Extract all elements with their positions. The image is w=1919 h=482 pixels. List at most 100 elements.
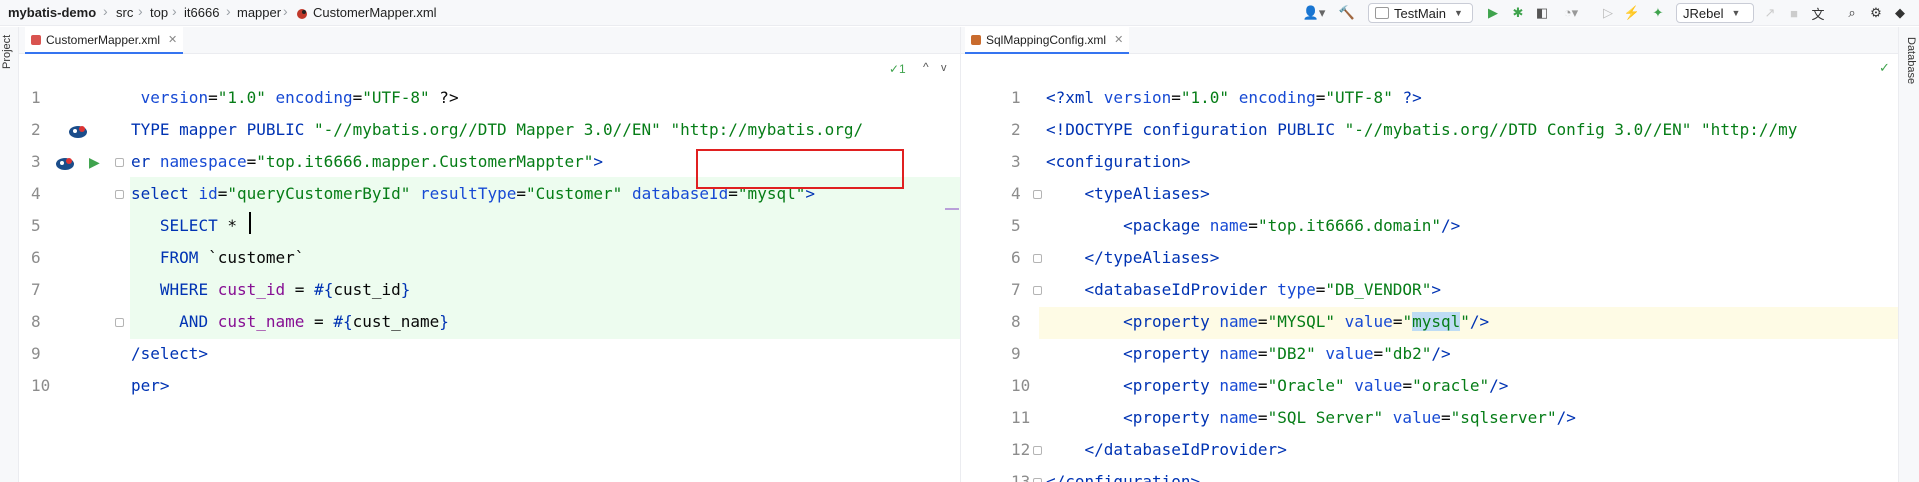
breadcrumb-file[interactable]: CustomerMapper.xml xyxy=(313,5,437,20)
tab-customermapper[interactable]: CustomerMapper.xml ✕ xyxy=(25,27,184,54)
code-token: ?> xyxy=(429,88,459,107)
code-token: er xyxy=(131,152,160,171)
mybatis-navigate-icon[interactable] xyxy=(67,123,89,139)
inspection-ok-icon[interactable]: ✓ xyxy=(1879,60,1890,76)
code-line[interactable]: <?xml version="1.0" encoding="UTF-8" ?> xyxy=(1046,88,1422,107)
code-token: "MYSQL" xyxy=(1267,312,1335,331)
tab-sqlmappingconfig[interactable]: SqlMappingConfig.xml ✕ xyxy=(965,27,1130,54)
code-line[interactable]: <!DOCTYPE configuration PUBLIC "-//mybat… xyxy=(1046,120,1797,139)
breadcrumb-project[interactable]: mybatis-demo xyxy=(8,5,96,20)
code-line[interactable]: /select> xyxy=(131,344,208,363)
mybatis-navigate-icon[interactable] xyxy=(54,155,76,171)
project-tool-button[interactable]: Project xyxy=(1,35,13,69)
search-icon[interactable]: ⌕ xyxy=(1842,3,1862,23)
code-token: = xyxy=(285,280,315,299)
line-number[interactable]: 9 xyxy=(31,344,91,363)
code-token: resultType xyxy=(420,184,517,203)
jrebel-run-icon[interactable]: ⚡ xyxy=(1622,3,1642,23)
code-line[interactable]: SELECT * xyxy=(131,216,237,235)
user-icon[interactable]: 👤▾ xyxy=(1300,3,1328,23)
code-token: <property xyxy=(1123,408,1220,427)
run-icon[interactable]: ▶ xyxy=(1483,3,1503,23)
code-token: * xyxy=(217,216,237,235)
fold-marker[interactable] xyxy=(1033,286,1042,295)
navigation-bar: mybatis-demo › src › top › it6666 › mapp… xyxy=(0,0,1919,26)
breadcrumb-top[interactable]: top xyxy=(150,5,168,20)
code-token: #{ xyxy=(314,280,334,299)
code-token: /> xyxy=(1469,312,1490,331)
run-configuration-select[interactable]: TestMain ▼ xyxy=(1368,3,1473,23)
gear-icon[interactable]: ⚙ xyxy=(1866,3,1886,23)
code-token: "UTF-8" xyxy=(1325,88,1393,107)
fold-marker[interactable] xyxy=(115,190,124,199)
next-highlight-icon[interactable]: v xyxy=(941,62,947,74)
debug-icon[interactable]: ✱ xyxy=(1508,3,1528,23)
fold-marker[interactable] xyxy=(1033,254,1042,263)
profiler-icon[interactable]: ◔▾ xyxy=(1556,3,1586,23)
chevron-down-icon: ▼ xyxy=(1454,8,1463,18)
fold-marker[interactable] xyxy=(115,158,124,167)
coverage-icon[interactable]: ◧ xyxy=(1532,3,1552,23)
code-line[interactable]: WHERE cust_id = #{cust_id} xyxy=(131,280,411,299)
breadcrumb-src[interactable]: src xyxy=(116,5,133,20)
code-token: `customer` xyxy=(198,248,305,267)
code-line[interactable]: TYPE mapper PUBLIC "-//mybatis.org//DTD … xyxy=(131,120,863,139)
code-line[interactable]: er namespace="top.it6666.mapper.Customer… xyxy=(131,152,603,171)
code-line[interactable]: <typeAliases> xyxy=(1046,184,1210,203)
breadcrumb-mapper[interactable]: mapper xyxy=(237,5,281,20)
inspection-status[interactable]: ✓1 xyxy=(889,62,906,76)
jrebel-select[interactable]: JRebel ▼ xyxy=(1676,3,1754,23)
fold-marker[interactable] xyxy=(1033,478,1042,482)
update-icon[interactable]: ↗ xyxy=(1760,3,1780,23)
code-line[interactable]: FROM `customer` xyxy=(131,248,305,267)
fold-marker[interactable] xyxy=(1033,446,1042,455)
code-token: FROM xyxy=(159,248,199,267)
code-line[interactable]: <configuration> xyxy=(1046,152,1191,171)
line-number[interactable]: 8 xyxy=(31,312,91,331)
code-line[interactable]: </configuration> xyxy=(1046,472,1200,482)
code-token: <configuration> xyxy=(1046,152,1191,171)
code-line[interactable]: <databaseIdProvider type="DB_VENDOR"> xyxy=(1046,280,1441,299)
plugin-icon[interactable]: ◆ xyxy=(1890,3,1910,23)
jrebel-debug-icon[interactable]: ✦ xyxy=(1648,3,1668,23)
code-line[interactable]: <property name="DB2" value="db2"/> xyxy=(1046,344,1451,363)
code-line[interactable]: <property name="MYSQL" value="mysql"/> xyxy=(1046,312,1489,331)
line-number[interactable]: 5 xyxy=(31,216,91,235)
stop-icon[interactable]: ■ xyxy=(1784,3,1804,23)
database-tool-button[interactable]: Database xyxy=(1905,37,1917,84)
code-line[interactable]: per> xyxy=(131,376,170,395)
close-icon[interactable]: ✕ xyxy=(168,33,177,46)
line-number[interactable]: 6 xyxy=(31,248,91,267)
translate-icon[interactable]: 文 xyxy=(1808,3,1828,23)
attach-icon[interactable]: ▷ xyxy=(1598,3,1618,23)
code-line[interactable]: <property name="Oracle" value="oracle"/> xyxy=(1046,376,1508,395)
code-line[interactable]: </typeAliases> xyxy=(1046,248,1220,267)
previous-highlight-icon[interactable]: ^ xyxy=(923,60,929,74)
code-token: <property xyxy=(1123,344,1220,363)
right-tool-strip: Database xyxy=(1898,27,1919,482)
code-line[interactable]: <property name="SQL Server" value="sqlse… xyxy=(1046,408,1576,427)
run-statement-icon[interactable]: ▶ xyxy=(89,154,100,171)
line-number[interactable]: 4 xyxy=(31,184,91,203)
code-token: <?xml xyxy=(1046,88,1104,107)
code-line[interactable]: <package name="top.it6666.domain"/> xyxy=(1046,216,1460,235)
fold-marker[interactable] xyxy=(115,318,124,327)
code-line[interactable]: AND cust_name = #{cust_name} xyxy=(131,312,449,331)
build-hammer-icon[interactable]: 🔨 xyxy=(1337,3,1357,23)
code-line[interactable]: version="1.0" encoding="UTF-8" ?> xyxy=(131,88,459,107)
breadcrumb-it6666[interactable]: it6666 xyxy=(184,5,219,20)
line-number[interactable]: 1 xyxy=(31,88,91,107)
line-number[interactable]: 10 xyxy=(31,376,91,395)
code-line[interactable]: </databaseIdProvider> xyxy=(1046,440,1287,459)
close-icon[interactable]: ✕ xyxy=(1114,33,1123,46)
fold-marker[interactable] xyxy=(1033,190,1042,199)
line-number[interactable]: 7 xyxy=(31,280,91,299)
